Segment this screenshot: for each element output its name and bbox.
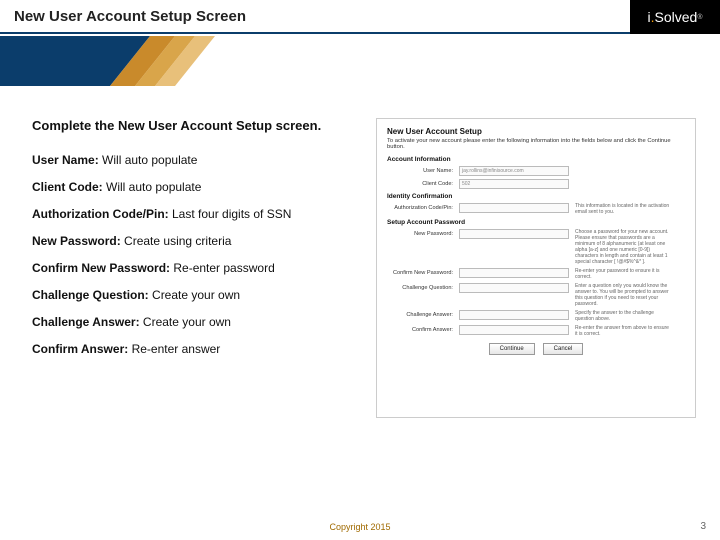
form-screenshot: New User Account Setup To activate your …: [376, 118, 696, 418]
form-actions: Continue Cancel: [387, 343, 685, 355]
list-item: Client Code: Will auto populate: [32, 180, 367, 194]
section-password: Setup Account Password: [387, 219, 685, 226]
brand-logo: i.Solved®: [630, 0, 720, 34]
field-confirmpass: Confirm New Password: Re-enter your pass…: [387, 268, 685, 280]
field-clientcode: Client Code: 502: [387, 179, 685, 189]
logo-reg: ®: [697, 14, 702, 21]
field-question: Challenge Question: Enter a question onl…: [387, 283, 685, 307]
authcode-input[interactable]: [459, 203, 569, 213]
continue-button[interactable]: Continue: [489, 343, 535, 355]
section-identity: Identity Confirmation: [387, 193, 685, 200]
decorative-diagonal-band: [0, 36, 240, 86]
clientcode-input[interactable]: 502: [459, 179, 569, 189]
section-account: Account Information: [387, 156, 685, 163]
confirmpass-input[interactable]: [459, 268, 569, 278]
confirmanswer-input[interactable]: [459, 325, 569, 335]
field-authcode: Authorization Code/Pin: This information…: [387, 203, 685, 215]
form-subtitle: To activate your new account please ente…: [387, 138, 685, 150]
form-title: New User Account Setup: [387, 127, 685, 136]
logo-text: Solved: [655, 9, 698, 25]
list-item: Challenge Answer: Create your own: [32, 315, 367, 329]
instruction-panel: Complete the New User Account Setup scre…: [32, 118, 367, 369]
question-input[interactable]: [459, 283, 569, 293]
list-item: Authorization Code/Pin: Last four digits…: [32, 207, 367, 221]
list-item: Challenge Question: Create your own: [32, 288, 367, 302]
page-title: New User Account Setup Screen: [0, 0, 720, 25]
field-username: User Name: jay.rollins@infinisource.com: [387, 166, 685, 176]
list-item: Confirm New Password: Re-enter password: [32, 261, 367, 275]
field-answer: Challenge Answer: Specify the answer to …: [387, 310, 685, 322]
newpass-input[interactable]: [459, 229, 569, 239]
answer-input[interactable]: [459, 310, 569, 320]
instruction-intro: Complete the New User Account Setup scre…: [32, 118, 367, 135]
page-number: 3: [700, 521, 706, 532]
list-item: User Name: Will auto populate: [32, 153, 367, 167]
field-newpass: New Password: Choose a password for your…: [387, 229, 685, 265]
username-input[interactable]: jay.rollins@infinisource.com: [459, 166, 569, 176]
cancel-button[interactable]: Cancel: [543, 343, 584, 355]
field-confirmanswer: Confirm Answer: Re-enter the answer from…: [387, 325, 685, 337]
list-item: New Password: Create using criteria: [32, 234, 367, 248]
slide-header: New User Account Setup Screen i.Solved®: [0, 0, 720, 34]
footer-copyright: Copyright 2015: [0, 522, 720, 532]
list-item: Confirm Answer: Re-enter answer: [32, 342, 367, 356]
